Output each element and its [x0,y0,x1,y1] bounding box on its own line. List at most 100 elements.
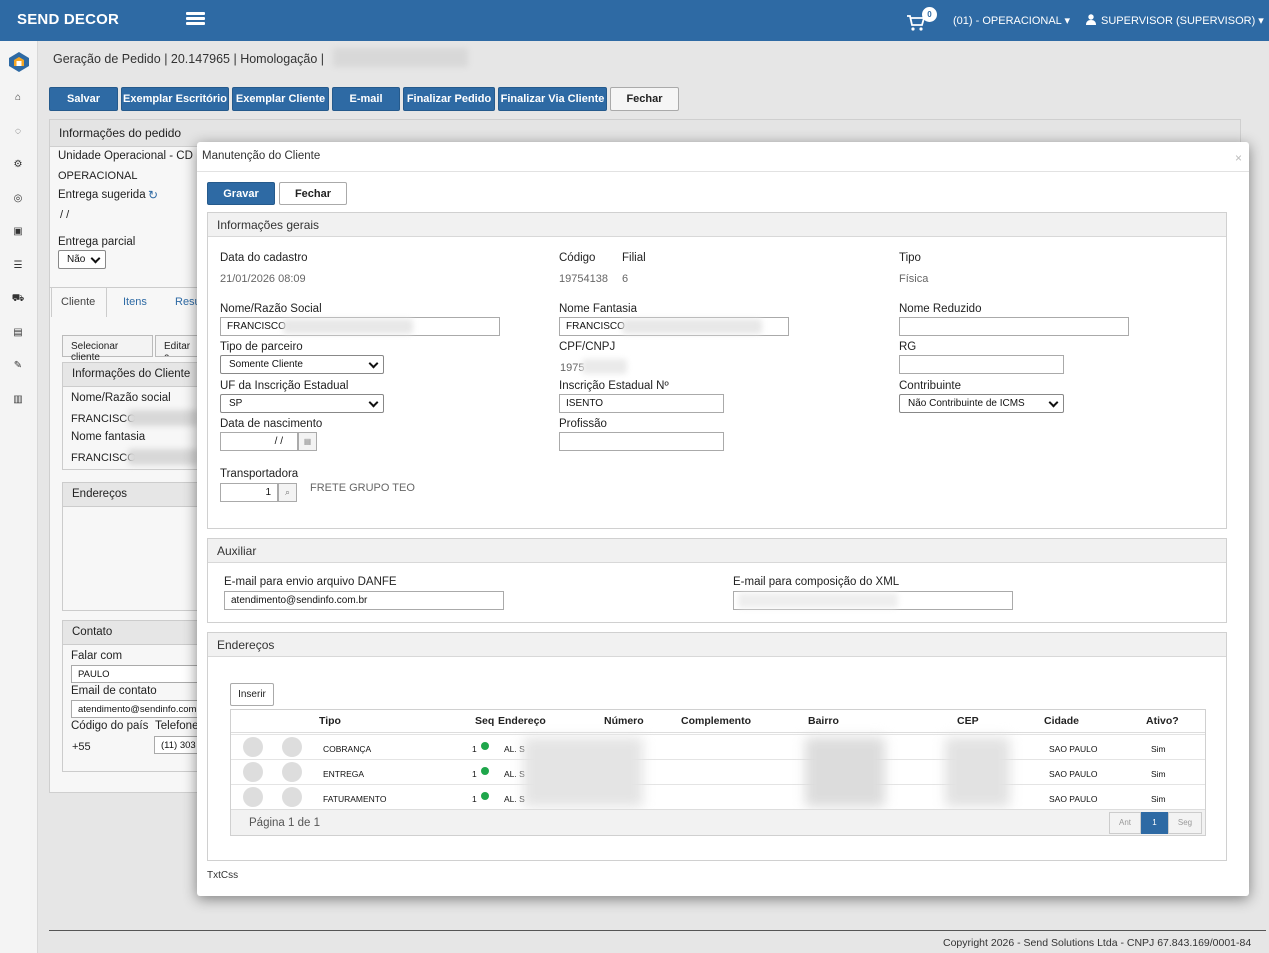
col-endereco[interactable]: Endereço [498,715,546,727]
birth-input[interactable]: / / [220,432,298,451]
row-endereco: AL. S [504,794,525,804]
addresses-title: Endereços [208,633,1226,657]
profession-label: Profissão [559,418,607,430]
cart-side-icon[interactable]: ⛟ [11,292,25,306]
carrier-input[interactable]: 1 [220,483,278,502]
modal-title: Manutenção do Cliente [202,150,321,162]
active-status-dot [481,767,489,775]
email-button[interactable]: E-mail [332,87,400,111]
chart-icon[interactable]: ▥ [11,393,25,407]
client-fantasy-value: FRANCISCO [71,452,136,464]
profession-input[interactable] [559,432,724,451]
edit-client-button[interactable]: Editar c [155,335,199,357]
calendar-icon[interactable]: ▦ [298,432,317,451]
money-icon[interactable]: ▣ [11,225,25,239]
col-ativo[interactable]: Ativo? [1146,715,1179,727]
edit-row-icon[interactable] [243,762,263,782]
col-tipo[interactable]: Tipo [319,715,341,727]
close-button[interactable]: Fechar [610,87,679,111]
country-code-label: Código do país [71,720,149,732]
redacted-block [523,737,643,807]
uf-select[interactable]: SP [220,394,384,413]
refresh-icon[interactable]: ↻ [148,188,158,202]
phone-row-icon[interactable] [282,762,302,782]
gears-icon[interactable]: ⚙ [11,158,25,172]
danfe-email-label: E-mail para envio arquivo DANFE [224,576,397,588]
sliders-icon[interactable]: ☰ [11,259,25,273]
active-status-dot [481,742,489,750]
redacted-block [805,737,885,807]
row-seq: 1 [472,769,477,779]
edit-row-icon[interactable] [243,737,263,757]
row-cidade: SAO PAULO [1049,769,1098,779]
image-icon[interactable]: ▤ [11,326,25,340]
col-bairro[interactable]: Bairro [808,715,839,727]
tab-client[interactable]: Cliente [61,296,95,308]
col-seq[interactable]: Seq [475,715,494,727]
redacted-block [622,319,762,334]
modal-close-button[interactable]: Fechar [279,182,347,205]
rg-label: RG [899,341,917,353]
col-complemento[interactable]: Complemento [681,715,751,727]
cpf-label: CPF/CNPJ [559,341,616,353]
danfe-email-input[interactable]: atendimento@sendinfo.com.br [224,591,504,610]
xml-email-label: E-mail para composição do XML [733,576,900,588]
brand-logo[interactable]: SEND DECOR [17,11,119,28]
select-client-button[interactable]: Selecionar cliente [62,335,153,363]
edit-row-icon[interactable] [243,787,263,807]
partial-select[interactable]: Não [58,250,106,269]
wrench-icon[interactable]: ✎ [11,359,25,373]
page-1-button[interactable]: 1 [1141,812,1168,834]
target-icon[interactable]: ◎ [11,192,25,206]
client-fantasy-label: Nome fantasia [71,431,146,443]
phone-input[interactable]: (11) 303 [154,736,201,754]
loading-icon[interactable]: ◌ [11,125,25,139]
taxpayer-select[interactable]: Não Contribuinte de ICMS [899,394,1064,413]
cart-icon[interactable]: 0 [906,7,937,32]
partial-label: Entrega parcial [58,236,136,248]
col-cidade[interactable]: Cidade [1044,715,1079,727]
unit-label: (01) - OPERACIONAL [953,15,1062,27]
redacted-block [738,593,898,608]
prev-page-button[interactable]: Ant [1109,812,1141,834]
home-icon[interactable]: ⌂ [11,91,25,105]
next-page-button[interactable]: Seg [1168,812,1202,834]
finish-client-button[interactable]: Finalizar Via Cliente [498,87,607,111]
contact-title: Contato [72,626,113,638]
cart-count-badge: 0 [922,7,937,22]
created-label: Data do cadastro [220,252,308,264]
user-label: SUPERVISOR (SUPERVISOR) [1101,15,1256,27]
modal-save-button[interactable]: Gravar [207,182,275,205]
partner-type-select[interactable]: Somente Cliente [220,355,384,374]
redacted-block [945,737,1010,807]
phone-row-icon[interactable] [282,737,302,757]
row-ativo: Sim [1151,744,1166,754]
email-contact-input[interactable]: atendimento@sendinfo.com [71,700,201,718]
cpf-value: 1975 [560,362,585,374]
user-menu[interactable]: SUPERVISOR (SUPERVISOR) ▾ [1086,14,1264,27]
unit-dropdown[interactable]: (01) - OPERACIONAL ▾ [953,14,1070,27]
col-numero[interactable]: Número [604,715,644,727]
sidebar: ⌂ ◌ ⚙ ◎ ▣ ☰ ⛟ ▤ ✎ ▥ [0,41,38,953]
carrier-name: FRETE GRUPO TEO [310,482,415,494]
finish-order-button[interactable]: Finalizar Pedido [403,87,495,111]
phone-row-icon[interactable] [282,787,302,807]
country-code-value: +55 [72,741,91,753]
col-cep[interactable]: CEP [957,715,979,727]
rg-input[interactable] [899,355,1064,374]
search-icon[interactable]: ⌕ [278,483,297,502]
ie-label: Inscrição Estadual Nº [559,380,669,392]
insert-button[interactable]: Inserir [230,683,274,706]
copy-office-button[interactable]: Exemplar Escritório [121,87,229,111]
tab-items[interactable]: Itens [123,296,147,308]
redacted-block [128,410,198,426]
menu-toggle-icon[interactable] [186,12,205,26]
modal-close-icon[interactable]: × [1235,151,1242,165]
copy-client-button[interactable]: Exemplar Cliente [232,87,329,111]
talk-input[interactable]: PAULO [71,665,201,683]
short-name-input[interactable] [899,317,1129,336]
ie-input[interactable]: ISENTO [559,394,724,413]
created-value: 21/01/2026 08:09 [220,273,306,285]
save-button[interactable]: Salvar [49,87,118,111]
modal-divider [197,171,1249,172]
